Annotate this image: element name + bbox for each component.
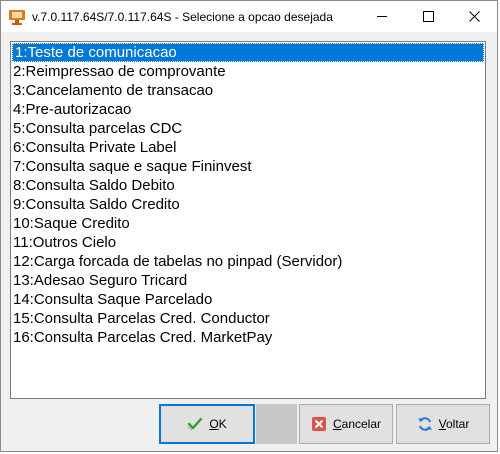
close-button[interactable] [451,1,497,32]
cancel-mnemonic: C [332,417,342,431]
ok-button[interactable]: OK [159,404,255,444]
maximize-icon [422,11,434,22]
app-monitor-icon [9,9,25,25]
list-item[interactable]: 15:Consulta Parcelas Cred. Conductor [11,309,485,328]
back-label: oltar [446,417,470,431]
minimize-button[interactable] [359,1,405,32]
back-mnemonic: V [438,417,446,431]
list-item[interactable]: 16:Consulta Parcelas Cred. MarketPay [11,328,485,347]
list-item[interactable]: 7:Consulta saque e saque Fininvest [11,157,485,176]
ok-label: K [218,417,227,431]
dialog-window: v.7.0.117.64S/7.0.117.64S - Selecione a … [0,0,498,452]
list-item[interactable]: 4:Pre-autorizacao [11,100,485,119]
list-item[interactable]: 1:Teste de comunicacao [12,43,484,62]
back-button[interactable]: Voltar [396,404,490,444]
list-item[interactable]: 8:Consulta Saldo Debito [11,176,485,195]
close-icon [468,11,480,22]
window-title: v.7.0.117.64S/7.0.117.64S - Selecione a … [32,9,333,24]
ok-mnemonic: O [209,417,219,431]
list-item[interactable]: 11:Outros Cielo [11,233,485,252]
list-item[interactable]: 3:Cancelamento de transacao [11,81,485,100]
list-item[interactable]: 12:Carga forcada de tabelas no pinpad (S… [11,252,485,271]
minimize-icon [377,16,387,17]
cancel-icon [311,416,327,432]
cancel-label: ancelar [341,417,382,431]
cancel-button[interactable]: Cancelar [299,404,393,444]
refresh-icon [417,416,433,432]
check-icon [187,416,203,432]
blank-button[interactable] [256,404,297,444]
list-item[interactable]: 9:Consulta Saldo Credito [11,195,485,214]
options-listbox[interactable]: 1:Teste de comunicacao 2:Reimpressao de c… [10,41,486,399]
list-item[interactable]: 5:Consulta parcelas CDC [11,119,485,138]
maximize-button[interactable] [405,1,451,32]
list-item[interactable]: 10:Saque Credito [11,214,485,233]
list-item[interactable]: 14:Consulta Saque Parcelado [11,290,485,309]
title-bar[interactable]: v.7.0.117.64S/7.0.117.64S - Selecione a … [1,1,497,32]
list-item[interactable]: 6:Consulta Private Label [11,138,485,157]
list-item[interactable]: 2:Reimpressao de comprovante [11,62,485,81]
list-item[interactable]: 13:Adesao Seguro Tricard [11,271,485,290]
